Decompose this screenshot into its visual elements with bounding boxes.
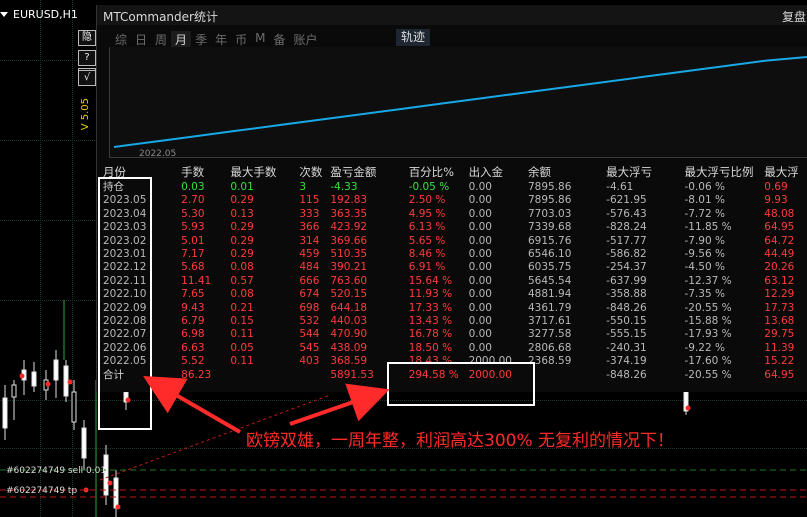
annotation-caption: 欧镑双雄，一周年整，利润高达300% 无复利的情况下！ xyxy=(246,431,675,451)
